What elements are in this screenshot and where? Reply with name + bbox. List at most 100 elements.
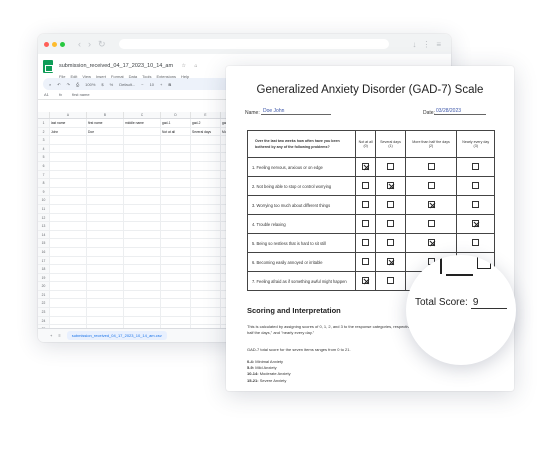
row-number[interactable]: 22 — [38, 299, 50, 308]
menu-help[interactable]: Help — [181, 74, 189, 79]
cell[interactable] — [87, 204, 124, 213]
cell[interactable] — [161, 247, 191, 256]
column-header[interactable]: B — [87, 112, 124, 118]
cell[interactable] — [191, 213, 221, 222]
row-number[interactable]: 12 — [38, 213, 50, 222]
currency-icon[interactable]: $ — [101, 82, 103, 87]
cell[interactable]: gad-1 — [161, 119, 191, 127]
cell[interactable] — [161, 273, 191, 282]
checkbox[interactable] — [362, 239, 370, 247]
cell[interactable] — [124, 290, 161, 299]
all-sheets-icon[interactable]: ≡ — [58, 333, 60, 338]
select-all-corner[interactable] — [38, 112, 50, 118]
cell[interactable] — [124, 222, 161, 230]
cell[interactable] — [87, 144, 124, 153]
cell[interactable] — [87, 187, 124, 196]
cell[interactable] — [161, 230, 191, 239]
percent-icon[interactable]: % — [110, 82, 114, 87]
cell[interactable] — [124, 273, 161, 282]
row-number[interactable]: 24 — [38, 316, 50, 325]
download-icon[interactable]: ↓ — [412, 40, 416, 49]
cell[interactable] — [124, 265, 161, 273]
cell[interactable] — [50, 213, 87, 222]
checkbox[interactable] — [427, 182, 435, 190]
minimize-window-icon[interactable] — [52, 41, 57, 47]
bold-icon[interactable]: B — [168, 82, 171, 87]
cell[interactable] — [50, 170, 87, 179]
checkbox-checked[interactable] — [387, 182, 395, 190]
menu-format[interactable]: Format — [111, 74, 124, 79]
search-menus-icon[interactable]: ⌕ — [49, 82, 51, 87]
cell[interactable] — [161, 196, 191, 204]
row-number[interactable]: 1 — [38, 119, 50, 127]
forward-arrow-icon[interactable]: › — [88, 39, 91, 50]
cell[interactable] — [87, 316, 124, 325]
cell[interactable] — [50, 161, 87, 170]
checkbox[interactable] — [472, 163, 480, 171]
cell[interactable] — [124, 308, 161, 316]
column-header[interactable]: D — [161, 112, 191, 118]
google-sheets-icon[interactable] — [43, 59, 53, 73]
cell[interactable] — [87, 282, 124, 290]
cell[interactable] — [161, 222, 191, 230]
cell[interactable] — [50, 308, 87, 316]
back-arrow-icon[interactable]: ‹ — [78, 39, 81, 50]
row-number[interactable]: 19 — [38, 273, 50, 282]
cell[interactable] — [161, 316, 191, 325]
zoom-select[interactable]: 100% — [85, 82, 95, 87]
checkbox[interactable] — [387, 201, 395, 209]
cell[interactable] — [161, 308, 191, 316]
cell[interactable] — [191, 222, 221, 230]
cell[interactable] — [191, 144, 221, 153]
cell[interactable] — [161, 282, 191, 290]
menu-extensions[interactable]: Extensions — [156, 74, 176, 79]
cell[interactable] — [191, 282, 221, 290]
row-number[interactable]: 18 — [38, 265, 50, 273]
cell[interactable] — [50, 144, 87, 153]
cell[interactable] — [50, 273, 87, 282]
checkbox-checked[interactable] — [362, 277, 370, 285]
add-sheet-icon[interactable]: + — [50, 333, 52, 338]
cell[interactable] — [124, 196, 161, 204]
cell[interactable] — [50, 290, 87, 299]
row-number[interactable]: 2 — [38, 127, 50, 136]
cell[interactable] — [87, 299, 124, 308]
close-window-icon[interactable] — [44, 41, 49, 47]
document-title[interactable]: submission_received_04_17_2023_10_14_am — [59, 63, 173, 69]
row-number[interactable]: 4 — [38, 144, 50, 153]
checkbox[interactable] — [387, 239, 395, 247]
cell[interactable] — [191, 170, 221, 179]
row-number[interactable]: 23 — [38, 308, 50, 316]
move-folder-icon[interactable]: ⌂ — [194, 63, 197, 69]
cell[interactable] — [50, 265, 87, 273]
checkbox[interactable] — [387, 220, 395, 228]
address-bar[interactable] — [118, 39, 389, 49]
checkbox[interactable] — [362, 201, 370, 209]
cell[interactable]: last name — [50, 119, 87, 127]
checkbox-checked[interactable] — [427, 201, 435, 209]
row-number[interactable]: 5 — [38, 153, 50, 161]
cell[interactable] — [161, 179, 191, 187]
cell[interactable] — [191, 187, 221, 196]
cell[interactable] — [191, 204, 221, 213]
row-number[interactable]: 10 — [38, 196, 50, 204]
menu-edit[interactable]: Edit — [70, 74, 77, 79]
cell[interactable] — [124, 299, 161, 308]
cell[interactable] — [50, 299, 87, 308]
row-number[interactable]: 15 — [38, 239, 50, 247]
cell[interactable] — [191, 290, 221, 299]
row-number[interactable]: 20 — [38, 282, 50, 290]
cell[interactable] — [124, 170, 161, 179]
undo-icon[interactable]: ↶ — [57, 82, 60, 87]
cell[interactable] — [87, 213, 124, 222]
cell[interactable]: Several days — [191, 127, 221, 136]
cell[interactable] — [87, 161, 124, 170]
cell[interactable] — [161, 144, 191, 153]
checkbox[interactable] — [387, 163, 395, 171]
cell[interactable] — [124, 144, 161, 153]
cell[interactable]: gad-2 — [191, 119, 221, 127]
menu-tools[interactable]: Tools — [142, 74, 151, 79]
cell[interactable] — [124, 136, 161, 144]
cell[interactable] — [191, 316, 221, 325]
cell[interactable] — [191, 153, 221, 161]
